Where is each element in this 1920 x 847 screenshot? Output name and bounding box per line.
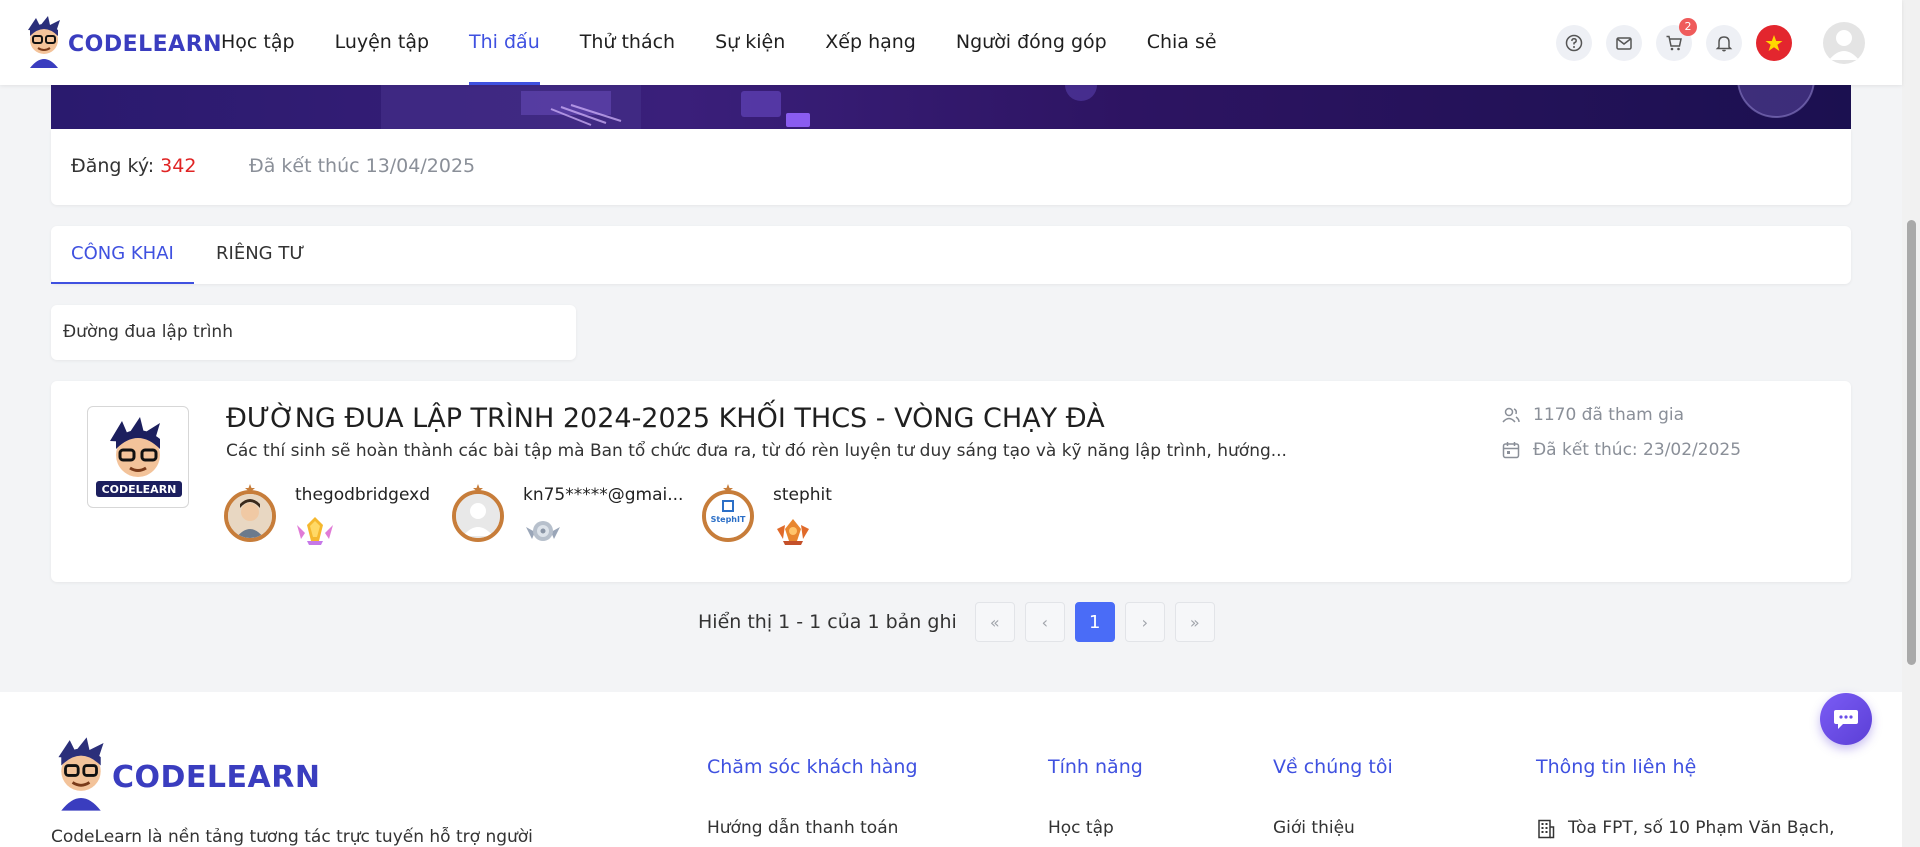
registration-count: 342 [160,155,197,177]
notifications-button[interactable] [1706,25,1742,61]
pagination: Hiển thị 1 - 1 của 1 bản ghi « ‹ 1 › » [698,602,1225,642]
participants-count: 1170 đã tham gia [1533,405,1685,425]
nav-luyen-tap[interactable]: Luyện tập [335,0,429,85]
registration-label: Đăng ký: [71,155,155,177]
winner-avatar[interactable] [452,490,504,542]
nav-chia-se[interactable]: Chia sẻ [1147,0,1217,85]
visibility-tabs: CÔNG KHAI RIÊNG TƯ [51,226,1851,284]
messages-button[interactable] [1606,25,1642,61]
stephit-avatar-image: StephIT [706,494,750,538]
tab-rieng-tu[interactable]: RIÊNG TƯ [216,226,305,284]
winner-name[interactable]: thegodbridgexd [295,485,430,505]
silver-rank-medal-icon [526,521,560,541]
mail-icon [1616,37,1632,50]
codelearn-mascot-image: CODELEARN [96,417,182,497]
footer-col-title-cham-soc: Chăm sóc khách hàng [707,756,918,778]
contest-banner [51,85,1851,129]
registration-info: Đăng ký: 342 [71,155,196,177]
bronze-rank-medal-icon [777,519,809,545]
gold-rank-medal-icon [297,517,333,545]
contest-title[interactable]: ĐƯỜNG ĐUA LẬP TRÌNH 2024-2025 KHỐI THCS … [226,403,1105,434]
next-page-button[interactable]: › [1124,602,1165,642]
footer-link-gioi-thieu[interactable]: Giới thiệu [1273,818,1355,838]
last-page-button[interactable]: » [1174,602,1215,642]
user-avatar-icon [1829,30,1859,60]
footer-col-title-lien-he: Thông tin liên hệ [1536,756,1697,778]
category-filter[interactable]: Đường đua lập trình [51,305,576,360]
end-date-info: Đã kết thúc: 23/02/2025 [1501,440,1741,460]
footer-col-title-tinh-nang: Tính năng [1048,756,1143,778]
mascot-icon [28,16,60,68]
registration-card: Đăng ký: 342 Đã kết thúc 13/04/2025 [51,129,1851,205]
registration-status: Đã kết thúc 13/04/2025 [249,155,476,177]
language-switcher[interactable] [1756,25,1792,61]
crown-icon [723,484,733,494]
pagination-info: Hiển thị 1 - 1 của 1 bản ghi [698,611,957,633]
help-button[interactable] [1556,25,1592,61]
end-date: Đã kết thúc: 23/02/2025 [1533,440,1742,460]
footer-address: Tòa FPT, số 10 Phạm Văn Bạch, [1568,818,1835,838]
tab-cong-khai[interactable]: CÔNG KHAI [51,226,194,284]
winner-avatar-image [228,494,272,538]
page-scrollbar[interactable] [1902,0,1920,847]
prev-page-button[interactable]: ‹ [1024,602,1065,642]
help-icon [1565,34,1583,52]
footer-about-text: CodeLearn là nền tảng tương tác trực tuy… [51,827,533,847]
chat-button[interactable] [1820,693,1872,745]
banner-illustration [381,85,1815,129]
building-icon [1538,819,1555,839]
contest-card[interactable]: CODELEARN ĐƯỜNG ĐUA LẬP TRÌNH 2024-2025 … [51,381,1851,582]
main-nav: Học tập Luyện tập Thi đấu Thử thách Sự k… [221,0,1257,85]
footer-link-huong-dan-thanh-toan[interactable]: Hướng dẫn thanh toán [707,818,898,838]
calendar-icon [1502,442,1520,459]
winner-avatar[interactable]: StephIT [702,490,754,542]
user-avatar[interactable] [1823,22,1865,64]
logo-text: CODELEARN [68,31,223,57]
scrollbar-thumb[interactable] [1907,220,1916,665]
contest-description: Các thí sinh sẽ hoàn thành các bài tập m… [226,441,1287,461]
first-page-button[interactable]: « [974,602,1015,642]
cart-icon [1666,35,1682,51]
top-navbar: CODELEARN Học tập Luyện tập Thi đấu Thử … [0,0,1902,85]
vn-flag-icon [1765,35,1783,51]
nav-thu-thach[interactable]: Thử thách [580,0,675,85]
bell-icon [1715,36,1733,52]
winner-name[interactable]: kn75*****@gmai... [523,485,683,505]
participants-info: 1170 đã tham gia [1501,405,1684,425]
users-icon [1502,407,1520,423]
nav-nguoi-dong-gop[interactable]: Người đóng góp [956,0,1107,85]
page-1-button[interactable]: 1 [1074,602,1115,642]
mascot-icon [58,737,104,811]
svg-text:StephIT: StephIT [711,515,746,524]
footer-col-title-ve-chung-toi: Về chúng tôi [1273,756,1393,778]
cart-button[interactable]: 2 [1656,18,1697,61]
nav-su-kien[interactable]: Sự kiện [715,0,785,85]
contest-thumbnail[interactable]: CODELEARN [87,406,189,508]
nav-hoc-tap[interactable]: Học tập [221,0,295,85]
footer-logo[interactable]: CODELEARN [50,737,320,811]
codelearn-logo[interactable]: CODELEARN [22,16,222,68]
chat-icon [1834,710,1858,729]
cart-badge: 2 [1679,18,1697,36]
nav-thi-dau[interactable]: Thi đấu [469,0,540,85]
default-avatar-icon [456,494,500,538]
footer-logo-text: CODELEARN [112,759,321,795]
crown-icon [245,484,255,494]
footer: CODELEARN CodeLearn là nền tảng tương tá… [0,692,1902,847]
crown-icon [473,484,483,494]
nav-xep-hang[interactable]: Xếp hạng [825,0,916,85]
svg-text:CODELEARN: CODELEARN [102,483,177,496]
winner-name[interactable]: stephit [773,485,832,505]
footer-link-hoc-tap[interactable]: Học tập [1048,818,1114,838]
winner-avatar[interactable] [224,490,276,542]
